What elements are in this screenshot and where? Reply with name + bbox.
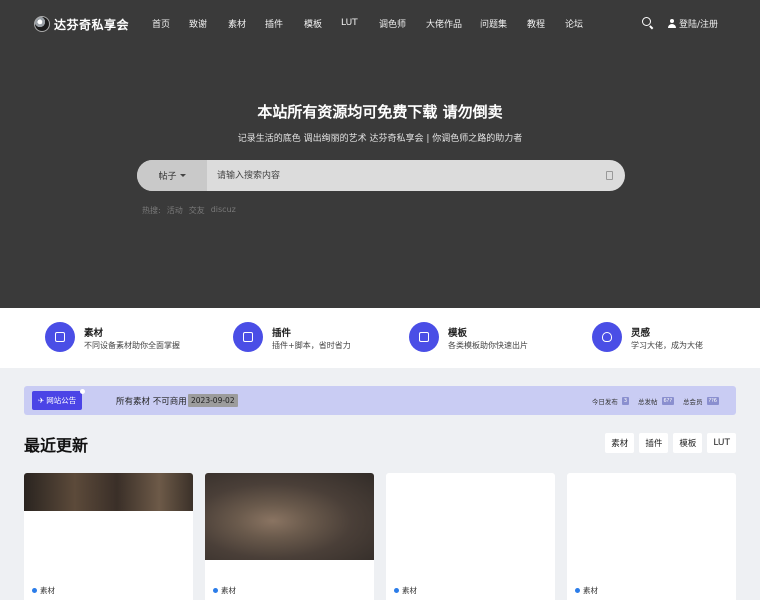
file-icon bbox=[45, 322, 75, 352]
feature-title: 插件 bbox=[272, 328, 292, 339]
card-tag-label: 素材 bbox=[221, 586, 236, 595]
site-stats: 今日发布 3 总发帖 6?? 总会员 ??6 bbox=[592, 396, 724, 406]
card-tag-label: 素材 bbox=[402, 586, 417, 595]
top-nav: 达芬奇私享会 首页 致谢 素材 插件 模板 LUT 调色师 大佬作品 问题集 教… bbox=[0, 0, 760, 46]
sliders-icon bbox=[233, 322, 263, 352]
notice-date: 2023-09-02 bbox=[188, 394, 238, 407]
caret-down-icon bbox=[179, 174, 186, 177]
notice-badge[interactable]: ✈ 网站公告 bbox=[32, 389, 86, 410]
logo-text: 达芬奇私享会 bbox=[54, 17, 130, 32]
nav-item-templates[interactable]: 模板 bbox=[304, 17, 334, 30]
stat-label: 总发帖 bbox=[638, 398, 658, 406]
hot-label: 热搜: bbox=[142, 206, 161, 215]
tag-dot-icon bbox=[32, 588, 37, 593]
site-logo[interactable]: 达芬奇私享会 bbox=[34, 14, 129, 34]
nav-item-forum[interactable]: 论坛 bbox=[565, 17, 595, 30]
user-icon bbox=[667, 18, 676, 28]
megaphone-icon: ✈ bbox=[38, 396, 45, 405]
copy-icon bbox=[409, 322, 439, 352]
card-tag[interactable]: 素材 bbox=[575, 585, 598, 596]
hero-title: 本站所有资源均可免费下载 请勿倒卖 bbox=[257, 103, 503, 121]
filter-materials[interactable]: 素材 bbox=[605, 433, 635, 453]
hero-subtitle: 记录生活的底色 调出绚丽的艺术 达芬奇私享会 | 你调色师之路的助力者 bbox=[237, 134, 523, 144]
hero-section: 达芬奇私享会 首页 致谢 素材 插件 模板 LUT 调色师 大佬作品 问题集 教… bbox=[0, 0, 760, 308]
search-bar: 帖子 bbox=[137, 160, 625, 191]
hot-term[interactable]: discuz bbox=[211, 205, 236, 216]
card-thumbnail[interactable] bbox=[24, 473, 193, 511]
post-card[interactable]: 素材 bbox=[386, 473, 555, 600]
card-tag[interactable]: 素材 bbox=[32, 585, 55, 596]
search-submit-icon[interactable] bbox=[606, 171, 613, 180]
feature-title: 模板 bbox=[448, 328, 468, 339]
feature-desc: 学习大佬，成为大佬 bbox=[631, 341, 703, 350]
lightbulb-icon bbox=[592, 322, 622, 352]
hot-term[interactable]: 交友 bbox=[189, 205, 205, 216]
tag-dot-icon bbox=[213, 588, 218, 593]
nav-item-tutorials[interactable]: 教程 bbox=[527, 17, 557, 30]
nav-actions: 登陆/注册 bbox=[641, 0, 718, 46]
filter-plugins[interactable]: 插件 bbox=[639, 433, 669, 453]
stat-label: 总会员 bbox=[683, 398, 703, 406]
post-card[interactable]: 素材 bbox=[205, 473, 374, 600]
search-category-dropdown[interactable]: 帖子 bbox=[137, 160, 207, 191]
feature-title: 素材 bbox=[84, 328, 104, 339]
nav-item-plugins[interactable]: 插件 bbox=[265, 17, 295, 30]
hot-term[interactable]: 活动 bbox=[167, 205, 183, 216]
card-thumbnail[interactable] bbox=[205, 473, 374, 560]
feature-title: 灵感 bbox=[631, 328, 651, 339]
nav-item-materials[interactable]: 素材 bbox=[228, 17, 258, 30]
stat-value: ??6 bbox=[706, 397, 719, 405]
section-title: 最近更新 bbox=[24, 436, 89, 455]
filter-lut[interactable]: LUT bbox=[707, 433, 736, 453]
logo-icon bbox=[34, 16, 50, 32]
card-tag[interactable]: 素材 bbox=[394, 585, 417, 596]
search-input[interactable] bbox=[217, 160, 597, 191]
nav-item-thanks[interactable]: 致谢 bbox=[189, 17, 219, 30]
search-icon[interactable] bbox=[641, 17, 654, 29]
post-card[interactable]: 素材 bbox=[24, 473, 193, 600]
feature-desc: 不同设备素材助你全面掌握 bbox=[84, 341, 180, 350]
stat-value: 3 bbox=[621, 397, 629, 405]
login-link[interactable]: 登陆/注册 bbox=[667, 17, 718, 30]
post-card[interactable]: 素材 bbox=[567, 473, 736, 600]
feature-strip: 素材 不同设备素材助你全面掌握 插件 插件+脚本，省时省力 模板 各类模板助你快… bbox=[0, 308, 760, 368]
card-tag-label: 素材 bbox=[583, 586, 598, 595]
notice-badge-label: 网站公告 bbox=[46, 396, 77, 405]
stat-value: 6?? bbox=[661, 397, 674, 405]
notice-dot bbox=[80, 389, 86, 394]
filter-templates[interactable]: 模板 bbox=[673, 433, 703, 453]
stat-label: 今日发布 bbox=[591, 398, 618, 406]
hot-searches: 热搜: 活动 交友 discuz bbox=[142, 205, 236, 216]
nav-item-lut[interactable]: LUT bbox=[341, 18, 371, 28]
nav-item-colorists[interactable]: 调色师 bbox=[379, 17, 415, 30]
filter-tabs: 素材 插件 模板 LUT bbox=[605, 433, 736, 453]
login-label: 登陆/注册 bbox=[678, 19, 718, 30]
nav-item-faq[interactable]: 问题集 bbox=[480, 17, 516, 30]
nav-item-home[interactable]: 首页 bbox=[152, 17, 182, 30]
card-tag[interactable]: 素材 bbox=[213, 585, 236, 596]
nav-item-showcase[interactable]: 大佬作品 bbox=[426, 17, 470, 30]
feature-desc: 各类模板助你快速出片 bbox=[448, 341, 528, 350]
tag-dot-icon bbox=[575, 588, 580, 593]
card-tag-label: 素材 bbox=[40, 586, 55, 595]
notice-bar: ✈ 网站公告 所有素材 不可商用 2023-09-02 今日发布 3 总发帖 6… bbox=[24, 386, 736, 415]
notice-text[interactable]: 所有素材 不可商用 bbox=[116, 395, 187, 407]
feature-desc: 插件+脚本，省时省力 bbox=[272, 341, 351, 350]
tag-dot-icon bbox=[394, 588, 399, 593]
search-category-label: 帖子 bbox=[158, 172, 177, 182]
